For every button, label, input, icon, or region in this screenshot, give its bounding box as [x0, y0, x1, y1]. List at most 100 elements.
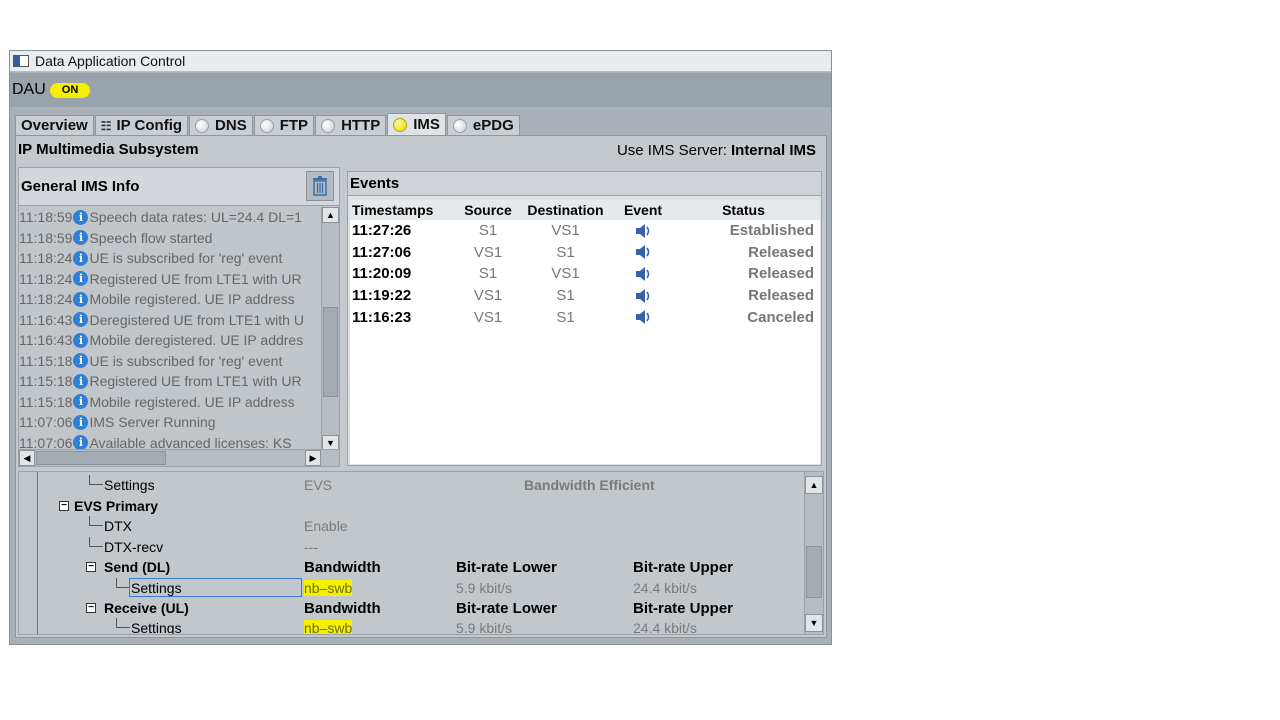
- tree-row-send-dl[interactable]: − Send (DL) Bandwidth Bit-rate Lower Bit…: [19, 557, 809, 577]
- clear-log-button[interactable]: [306, 171, 334, 201]
- col-destination[interactable]: Destination: [518, 202, 613, 218]
- log-time: 11:15:18: [19, 373, 73, 390]
- log-text: UE is subscribed for 'reg' event: [89, 352, 283, 369]
- log-horizontal-scrollbar[interactable]: ◀ ▶: [19, 449, 339, 466]
- tab-http[interactable]: HTTP: [315, 115, 387, 135]
- log-time: 11:16:43: [19, 332, 73, 349]
- ims-log-list[interactable]: 11:18:59 i Speech data rates: UL=24.4 DL=1…: [19, 207, 321, 451]
- info-icon: i: [73, 373, 89, 389]
- log-vertical-scrollbar[interactable]: ▲ ▼: [321, 207, 339, 451]
- scroll-right-arrow-icon[interactable]: ▶: [305, 450, 321, 466]
- tree-row-evs-primary[interactable]: − EVS Primary: [19, 496, 809, 516]
- ims-server-value[interactable]: Internal IMS: [731, 142, 816, 159]
- log-entry: 11:15:18 i Registered UE from LTE1 with UR: [19, 371, 321, 392]
- event-source: S1: [478, 222, 498, 240]
- recv-upper-value: 24.4 kbit/s: [633, 620, 697, 635]
- tab-ftp[interactable]: FTP: [253, 115, 315, 135]
- events-table[interactable]: Timestamps Source Destination Event Stat…: [350, 200, 820, 464]
- general-ims-info-panel: General IMS Info 11:18:59 i Speech data ra…: [18, 167, 340, 467]
- event-time: 11:27:06: [352, 243, 412, 261]
- tree-label: DTX: [104, 518, 132, 534]
- event-time: 11:20:09: [352, 265, 412, 283]
- evs-settings-tree[interactable]: Settings EVS Bandwidth Efficient − EVS P…: [18, 471, 824, 635]
- scroll-left-arrow-icon[interactable]: ◀: [19, 450, 35, 466]
- status-bulb-icon: [321, 118, 336, 133]
- event-destination: S1: [556, 287, 575, 305]
- event-status: Established: [729, 222, 814, 240]
- log-entry: 11:18:24 i Registered UE from LTE1 with UR: [19, 269, 321, 290]
- tree-row-send-settings[interactable]: Settings nb–swb 5.9 kbit/s 24.4 kbit/s: [19, 578, 809, 598]
- tree-row-dtx[interactable]: DTX Enable: [19, 516, 809, 536]
- scroll-thumb[interactable]: [806, 546, 822, 598]
- table-row[interactable]: 11:19:22 VS1 S1 Released: [350, 285, 820, 307]
- tab-overview[interactable]: Overview: [15, 115, 94, 135]
- info-icon: i: [73, 353, 89, 369]
- log-time: 11:18:59: [19, 229, 73, 246]
- collapse-icon[interactable]: −: [86, 603, 96, 613]
- tab-bar: Overview ☷ IP Config DNS FTP HTTP IMS ePD…: [15, 113, 827, 135]
- info-icon: i: [73, 250, 89, 266]
- event-destination: S1: [556, 243, 575, 261]
- scroll-down-arrow-icon[interactable]: ▼: [805, 614, 823, 632]
- tree-label: EVS Primary: [74, 498, 159, 514]
- tab-ims[interactable]: IMS: [387, 113, 446, 135]
- tree-branch: [89, 516, 103, 526]
- log-text: Speech flow started: [89, 229, 213, 246]
- tree-branch: [89, 537, 103, 547]
- speaker-icon: [636, 245, 650, 260]
- tree-branch: [116, 618, 130, 628]
- codec-value: EVS: [304, 477, 333, 493]
- col-source[interactable]: Source: [458, 202, 518, 218]
- scroll-up-arrow-icon[interactable]: ▲: [805, 476, 823, 494]
- tree-row-dtx-recv[interactable]: DTX-recv ---: [19, 537, 809, 557]
- log-text: Mobile registered. UE IP address: [89, 393, 295, 410]
- title-bar: Data Application Control: [10, 51, 831, 72]
- tab-dns-label: DNS: [215, 117, 247, 134]
- tab-ip-config[interactable]: ☷ IP Config: [94, 115, 189, 135]
- event-source: VS1: [473, 308, 503, 326]
- tree-row-receive-settings[interactable]: Settings nb–swb 5.9 kbit/s 24.4 kbit/s: [19, 618, 809, 635]
- event-time: 11:16:23: [352, 308, 412, 326]
- dau-status-bar: DAU ON: [10, 73, 831, 107]
- log-text: Speech data rates: UL=24.4 DL=1: [89, 209, 302, 226]
- scroll-up-arrow-icon[interactable]: ▲: [322, 207, 339, 223]
- status-bulb-on-icon: [393, 117, 408, 132]
- dau-on-indicator[interactable]: ON: [49, 82, 91, 98]
- info-icon: i: [73, 435, 89, 451]
- bitrate-lower-header: Bit-rate Lower: [456, 599, 557, 617]
- recv-lower-value: 5.9 kbit/s: [456, 620, 513, 635]
- col-event[interactable]: Event: [613, 202, 673, 218]
- tab-dns[interactable]: DNS: [189, 115, 253, 135]
- bandwidth-header: Bandwidth: [304, 599, 381, 617]
- event-status: Released: [748, 287, 814, 305]
- tree-row-settings[interactable]: Settings EVS Bandwidth Efficient: [19, 475, 809, 495]
- event-destination: VS1: [551, 265, 580, 283]
- table-row[interactable]: 11:27:26 S1 VS1 Established: [350, 220, 820, 242]
- event-source: S1: [478, 265, 498, 283]
- log-entry: 11:16:43 i Mobile deregistered. UE IP addr…: [19, 330, 321, 351]
- collapse-icon[interactable]: −: [86, 562, 96, 572]
- settings-vertical-scrollbar[interactable]: ▲ ▼: [804, 472, 823, 634]
- info-icon: i: [73, 291, 89, 307]
- tree-label: DTX-recv: [104, 539, 164, 555]
- col-timestamps[interactable]: Timestamps: [350, 202, 458, 218]
- trash-icon: [313, 176, 327, 196]
- tab-epdg[interactable]: ePDG: [446, 115, 520, 135]
- scroll-thumb[interactable]: [323, 307, 338, 397]
- events-panel: Events Timestamps Source Destination Eve…: [347, 171, 822, 466]
- scroll-thumb[interactable]: [36, 451, 166, 465]
- info-icon: i: [73, 332, 89, 348]
- table-row[interactable]: 11:20:09 S1 VS1 Released: [350, 263, 820, 285]
- send-lower-value: 5.9 kbit/s: [456, 580, 513, 596]
- log-time: 11:15:18: [19, 393, 73, 410]
- table-row[interactable]: 11:16:23 VS1 S1 Canceled: [350, 306, 820, 328]
- tree-branch: [116, 578, 130, 588]
- col-status[interactable]: Status: [673, 202, 820, 218]
- log-time: 11:18:24: [19, 270, 73, 287]
- table-row[interactable]: 11:27:06 VS1 S1 Released: [350, 242, 820, 264]
- ims-server-info: Use IMS Server: Internal IMS: [617, 142, 816, 159]
- log-text: Registered UE from LTE1 with UR: [89, 270, 302, 287]
- tree-row-receive-ul[interactable]: − Receive (UL) Bandwidth Bit-rate Lower …: [19, 598, 809, 618]
- collapse-icon[interactable]: −: [59, 501, 69, 511]
- info-icon: i: [73, 209, 89, 225]
